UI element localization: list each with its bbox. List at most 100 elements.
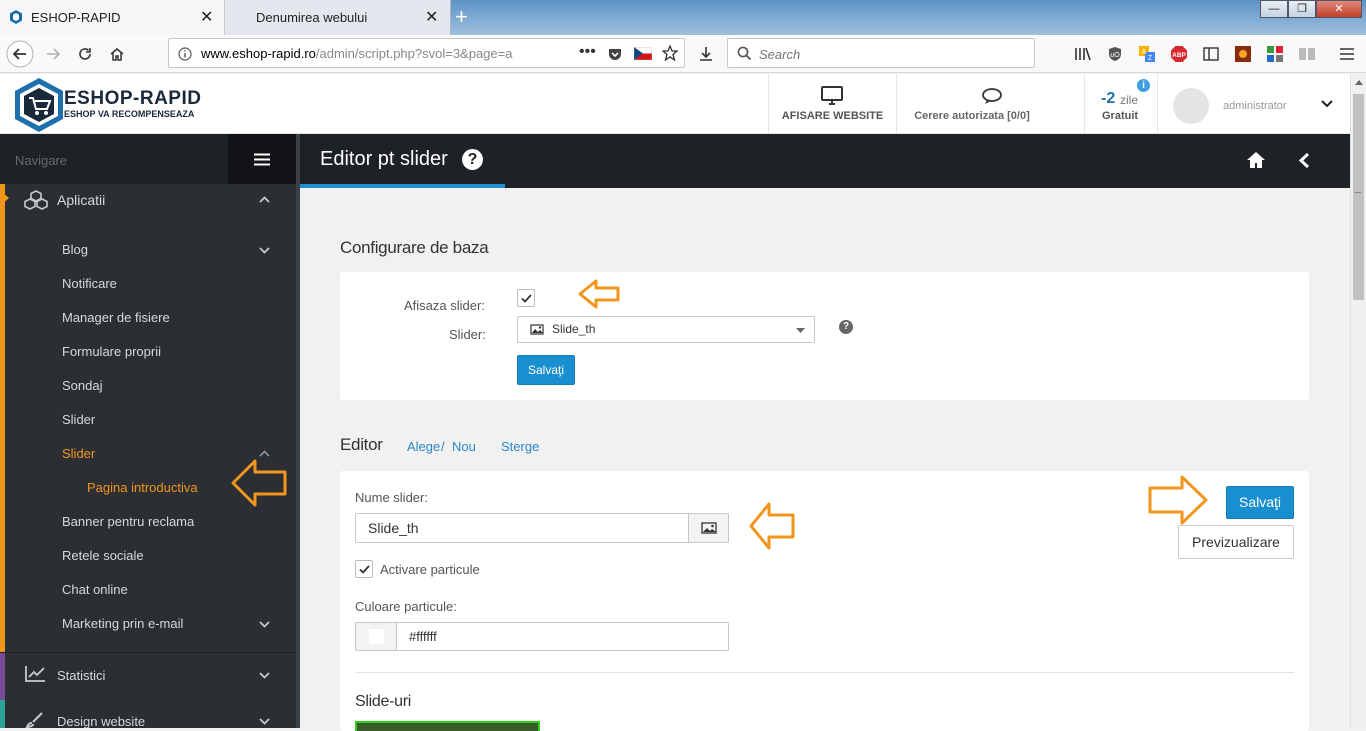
library-icon[interactable] — [1068, 35, 1098, 73]
new-tab-button[interactable]: + — [455, 4, 468, 30]
particles-label: Activare particule — [380, 562, 480, 577]
search-input[interactable] — [759, 44, 1019, 64]
caret-down-icon — [796, 328, 805, 333]
scroll-grip — [1355, 192, 1361, 193]
extension-sun-icon[interactable] — [1228, 35, 1258, 73]
url-text[interactable]: www.eshop-rapid.ro/admin/script.php?svol… — [201, 46, 543, 61]
choose-image-button[interactable] — [688, 513, 729, 543]
minimize-button[interactable]: — — [1260, 0, 1288, 18]
reader-sidebar-icon[interactable] — [1196, 35, 1226, 73]
chevron-down-icon[interactable] — [1321, 100, 1333, 108]
preview-button[interactable]: Previzualizare — [1178, 525, 1294, 559]
sidebar-item-slider[interactable]: Slider — [0, 412, 296, 430]
save-basic-button[interactable]: Salvaţi — [517, 355, 575, 385]
website-button[interactable]: AFISARE WEBSITE — [769, 74, 896, 133]
reload-icon[interactable] — [70, 35, 100, 73]
particle-color-input[interactable]: #ffffff — [396, 622, 729, 651]
home-icon[interactable] — [1246, 151, 1266, 169]
browser-tab[interactable]: Denumirea webului ✕ — [225, 0, 451, 35]
show-slider-checkbox[interactable] — [517, 289, 535, 307]
sidebar-item-file-manager[interactable]: Manager de fisiere — [0, 310, 296, 328]
save-editor-button[interactable]: Salvaţi — [1226, 486, 1294, 519]
scroll-thumb[interactable] — [1353, 94, 1364, 300]
delete-slider-link[interactable]: Sterge — [501, 439, 539, 454]
sidebar-item-banner[interactable]: Banner pentru reclama — [0, 514, 296, 532]
particles-checkbox[interactable] — [355, 560, 373, 578]
site-info-icon[interactable] — [178, 47, 192, 61]
close-tab-icon[interactable]: ✕ — [425, 7, 438, 27]
slider-name-label: Nume slider: — [355, 490, 428, 505]
sidebar-nav-label: Navigare — [15, 153, 68, 168]
basic-config-panel: Afisaza slider: Slider: Slide_th ? Salva… — [340, 272, 1309, 400]
sidebar-item-label: Manager de fisiere — [62, 310, 170, 325]
page-titlebar: Editor pt slider ? — [300, 134, 1350, 188]
authorization-requests-button[interactable]: Cerere autorizata [0/0] — [897, 74, 1084, 133]
maximize-button[interactable]: ❐ — [1288, 0, 1316, 18]
choose-slider-link[interactable]: Alege — [407, 439, 440, 454]
user-name[interactable]: administrator — [1223, 100, 1287, 112]
brand-logo-icon[interactable] — [13, 77, 65, 133]
browser-toolbar: www.eshop-rapid.ro/admin/script.php?svol… — [0, 35, 1366, 73]
sidebar-item-blog[interactable]: Blog — [0, 242, 296, 260]
downloads-icon[interactable] — [691, 35, 721, 73]
brand-tagline: ESHOP VA RECOMPENSEAZA — [64, 109, 195, 119]
chart-icon — [25, 665, 46, 682]
extension-grid-icon[interactable] — [1260, 35, 1290, 73]
sidebar-section-label: Statistici — [57, 668, 106, 683]
home-icon[interactable] — [102, 35, 132, 73]
image-icon — [530, 324, 544, 335]
account-days-status[interactable]: -2 zile Gratuit i — [1085, 74, 1157, 133]
sidebar-section-aplicatii[interactable]: Aplicatii — [0, 184, 296, 216]
scroll-up-icon[interactable] — [1355, 80, 1363, 85]
ublock-icon[interactable]: uO — [1100, 35, 1130, 73]
basic-config-heading: Configurare de baza — [340, 238, 489, 257]
brand-name: ESHOP-RAPID — [64, 88, 202, 109]
translate-icon[interactable]: AZ — [1132, 35, 1162, 73]
main-content: Configurare de baza Afisaza slider: Slid… — [231, 188, 1350, 731]
new-slider-link[interactable]: Nou — [452, 439, 476, 454]
app-header: ESHOP-RAPID ESHOP VA RECOMPENSEAZA AFISA… — [0, 74, 1350, 134]
back-chevron-icon[interactable] — [1298, 152, 1310, 169]
help-icon[interactable]: ? — [462, 149, 483, 170]
page-actions-icon[interactable]: ••• — [579, 43, 596, 61]
address-bar[interactable]: www.eshop-rapid.ro/admin/script.php?svol… — [168, 38, 685, 68]
close-window-button[interactable]: ✕ — [1316, 0, 1362, 18]
hamburger-menu-icon[interactable] — [1332, 35, 1362, 73]
bookmark-star-icon[interactable] — [662, 45, 678, 61]
forward-button[interactable] — [38, 35, 68, 73]
sidebar-item-label: Formulare proprii — [62, 344, 161, 359]
orange-arrow-left-icon — [231, 459, 287, 507]
info-icon[interactable]: i — [1137, 79, 1150, 92]
czech-flag-icon[interactable] — [634, 47, 652, 60]
slider-name-input[interactable]: Slide_th — [355, 513, 689, 543]
sidebar-item-notificare[interactable]: Notificare — [0, 276, 296, 294]
search-bar[interactable] — [727, 38, 1035, 68]
color-swatch-button[interactable] — [355, 622, 397, 651]
slider-help-icon[interactable]: ? — [839, 320, 853, 334]
sidebar-section-design-website[interactable]: Design website — [0, 708, 296, 729]
sidebar-divider — [0, 652, 296, 653]
particle-color-label: Culoare particule: — [355, 599, 457, 614]
sidebar-section-statistici[interactable]: Statistici — [0, 660, 296, 688]
pocket-icon[interactable] — [607, 46, 623, 62]
header-divider — [1157, 74, 1158, 133]
extension-book-icon[interactable] — [1292, 35, 1322, 73]
website-label: AFISARE WEBSITE — [781, 110, 884, 122]
slide-thumbnail[interactable] — [355, 721, 540, 731]
page-scrollbar[interactable] — [1350, 74, 1366, 728]
authorization-requests-label: Cerere autorizata [0/0] — [914, 110, 1030, 122]
cubes-icon — [24, 190, 48, 210]
back-button[interactable] — [5, 35, 35, 73]
avatar[interactable] — [1173, 88, 1209, 124]
sidebar-toggle-button[interactable] — [228, 134, 296, 184]
adblock-plus-icon[interactable]: ABP — [1164, 35, 1194, 73]
sidebar-item-email-marketing[interactable]: Marketing prin e-mail — [0, 616, 296, 634]
browser-tab-active[interactable]: ESHOP-RAPID ✕ — [0, 0, 225, 35]
orange-arrow-left-icon — [578, 279, 620, 309]
sidebar-item-social-networks[interactable]: Retele sociale — [0, 548, 296, 566]
sidebar-item-chat[interactable]: Chat online — [0, 582, 296, 600]
sidebar-item-poll[interactable]: Sondaj — [0, 378, 296, 396]
close-tab-icon[interactable]: ✕ — [200, 7, 213, 27]
sidebar-item-custom-forms[interactable]: Formulare proprii — [0, 344, 296, 362]
slider-select[interactable]: Slide_th — [517, 316, 815, 343]
